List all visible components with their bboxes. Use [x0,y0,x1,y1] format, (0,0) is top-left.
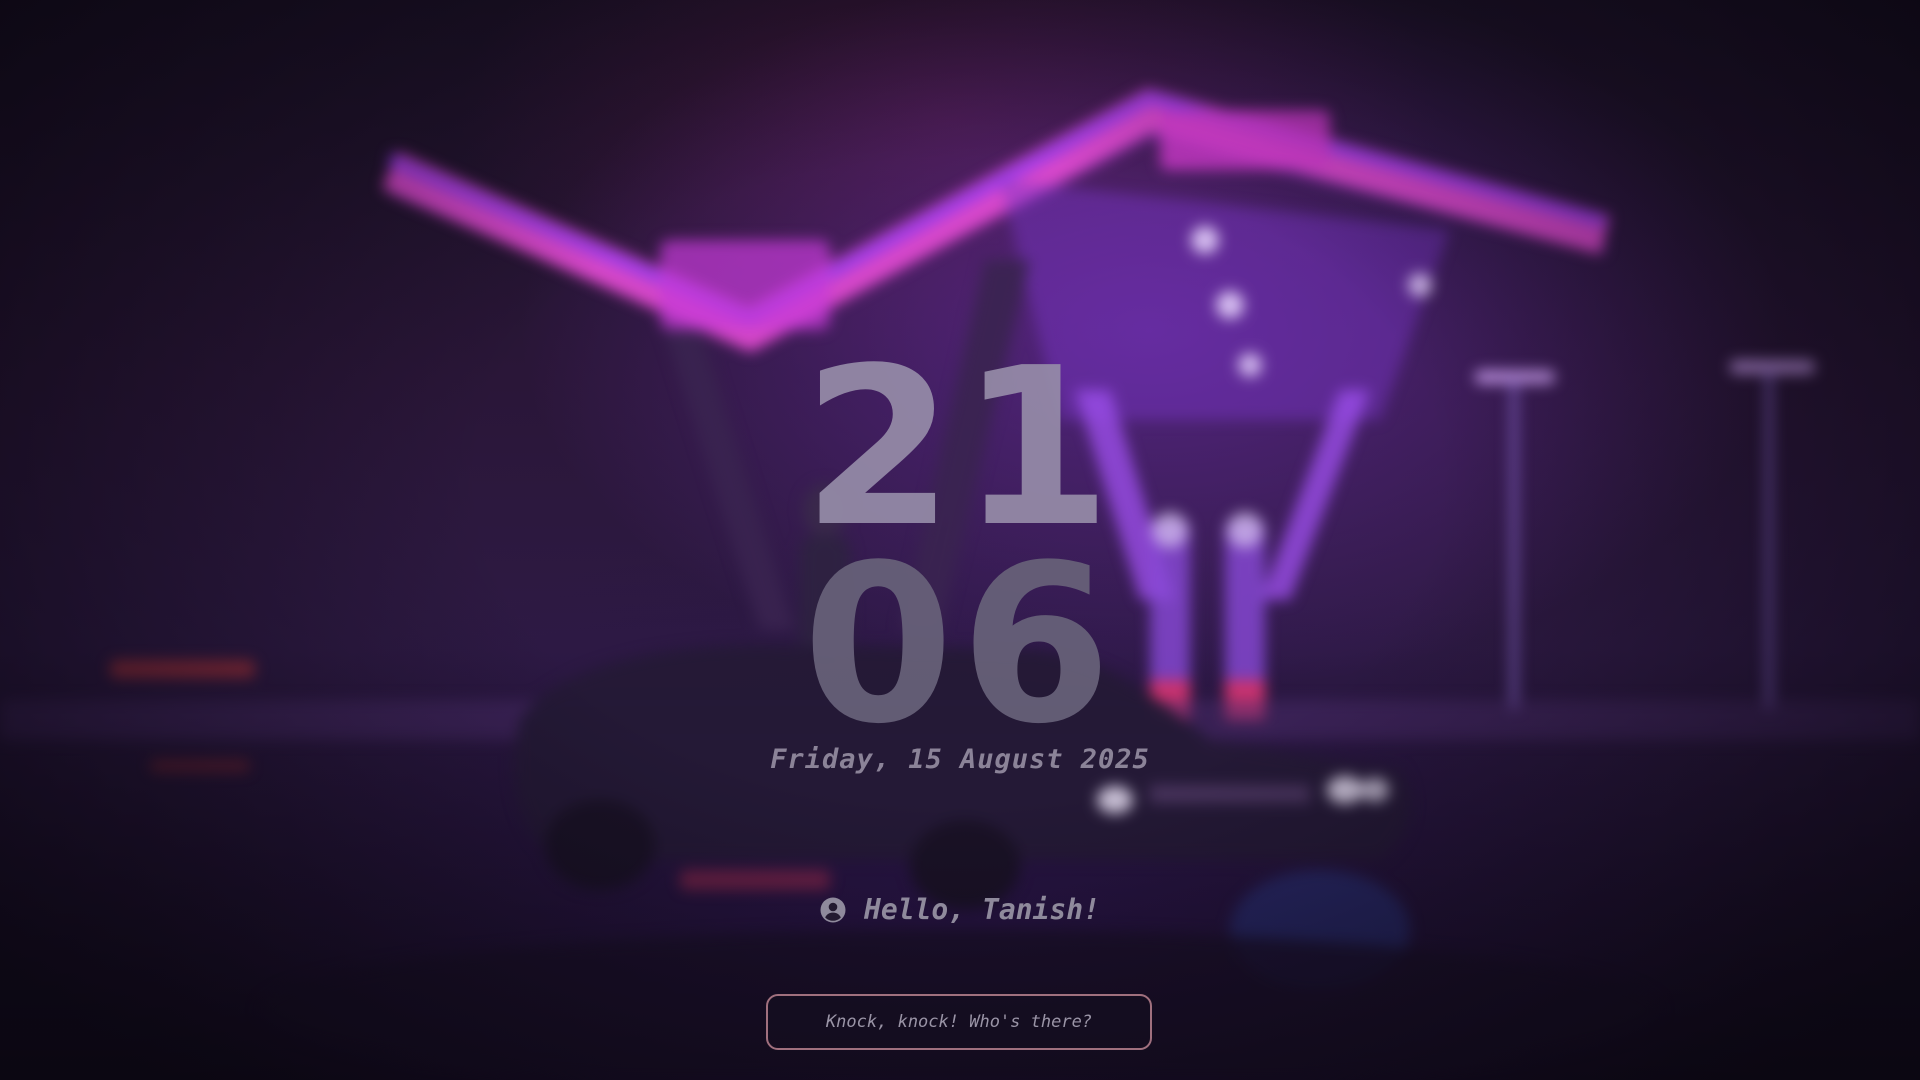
clock-minutes: 06 [802,519,1118,772]
date-label: Friday, 15 August 2025 [770,744,1150,775]
lock-screen: 21 06 Friday, 15 August 2025 Hello, Tani… [0,0,1920,1080]
greeting-text: Hello, Tanish! [863,893,1100,926]
password-input[interactable] [768,995,1150,1049]
user-greeting: Hello, Tanish! [0,893,1920,926]
user-circle-icon [820,897,846,923]
password-field-container[interactable] [766,994,1152,1050]
